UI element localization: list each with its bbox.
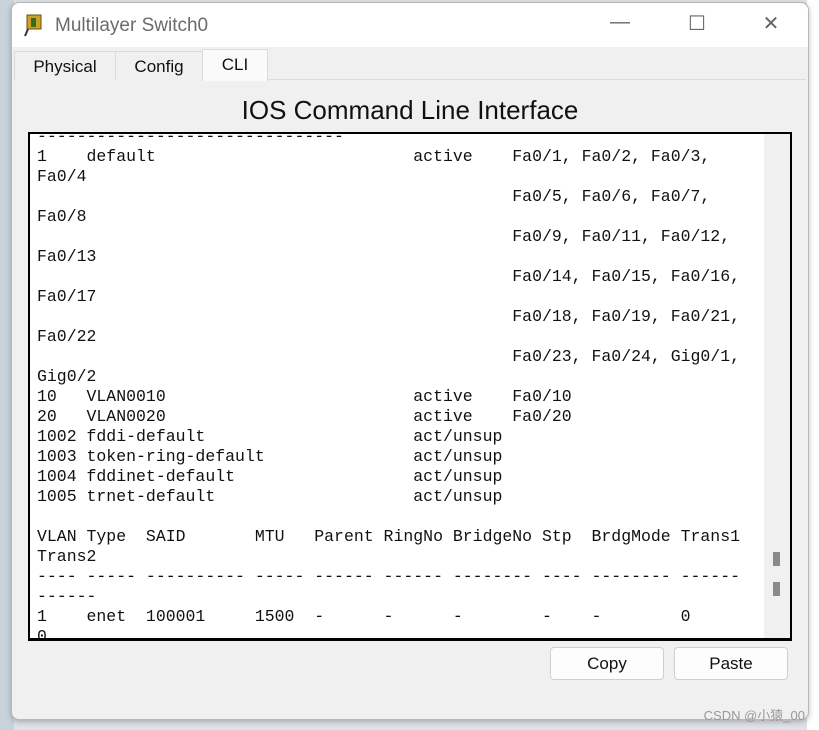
terminal-line: Fa0/4 (37, 167, 87, 186)
terminal-line: 1004 fddinet-default act/unsup (37, 467, 503, 486)
terminal-line: 1005 trnet-default act/unsup (37, 487, 503, 506)
terminal-line: 1 enet 100001 1500 - - - - - 0 (37, 607, 691, 626)
terminal-line: VLAN Type SAID MTU Parent RingNo BridgeN… (37, 527, 741, 546)
terminal-line: Fa0/22 (37, 327, 97, 346)
scrollbar-arrow[interactable] (773, 582, 780, 596)
terminal-line: Fa0/18, Fa0/19, Fa0/21, (37, 307, 741, 326)
terminal-line: Fa0/14, Fa0/15, Fa0/16, (37, 267, 741, 286)
terminal-line: Trans2 (37, 547, 97, 566)
maximize-button[interactable]: ☐ (682, 11, 712, 36)
terminal-line: Fa0/17 (37, 287, 97, 306)
terminal-line: 1 default active Fa0/1, Fa0/2, Fa0/3, (37, 147, 711, 166)
scrollbar[interactable] (764, 134, 790, 638)
terminal-line: 20 VLAN0020 active Fa0/20 (37, 407, 572, 426)
tab-cli[interactable]: CLI (202, 49, 268, 81)
minimize-button[interactable]: — (605, 11, 635, 34)
watermark: CSDN @小猿_00 (703, 708, 805, 723)
terminal-line: Fa0/23, Fa0/24, Gig0/1, (37, 347, 741, 366)
window-title: Multilayer Switch0 (55, 15, 209, 36)
terminal-line: 1003 token-ring-default act/unsup (37, 447, 503, 466)
terminal-line: 1002 fddi-default act/unsup (37, 427, 503, 446)
close-button[interactable]: ✕ (756, 11, 786, 36)
tab-bar: Physical Config CLI (14, 49, 806, 81)
terminal-line: Fa0/8 (37, 207, 87, 226)
terminal-line: 10 VLAN0010 active Fa0/10 (37, 387, 572, 406)
tab-physical[interactable]: Physical (14, 51, 116, 80)
terminal-line: ------------------------------- (37, 132, 344, 146)
terminal-line: ------ (37, 587, 97, 606)
terminal-line: Fa0/5, Fa0/6, Fa0/7, (37, 187, 711, 206)
scrollbar-thumb[interactable] (773, 552, 780, 566)
terminal-line: Fa0/13 (37, 247, 97, 266)
paste-button[interactable]: Paste (674, 647, 788, 680)
terminal-line: ---- ----- ---------- ----- ------ -----… (37, 567, 741, 586)
terminal-output: ------------------------------- 1 default… (37, 132, 741, 641)
multilayer-switch-icon (24, 14, 42, 37)
cli-terminal[interactable]: ------------------------------- 1 default… (28, 132, 792, 641)
terminal-line: Gig0/2 (37, 367, 97, 386)
tab-config[interactable]: Config (115, 51, 203, 80)
title-bar: Multilayer Switch0 — ☐ ✕ (12, 3, 808, 47)
copy-button[interactable]: Copy (550, 647, 664, 680)
page-title: IOS Command Line Interface (241, 95, 579, 125)
device-window: Multilayer Switch0 — ☐ ✕ Physical Config… (11, 2, 809, 720)
terminal-line: Fa0/9, Fa0/11, Fa0/12, (37, 227, 731, 246)
terminal-line: 0 (37, 627, 47, 641)
